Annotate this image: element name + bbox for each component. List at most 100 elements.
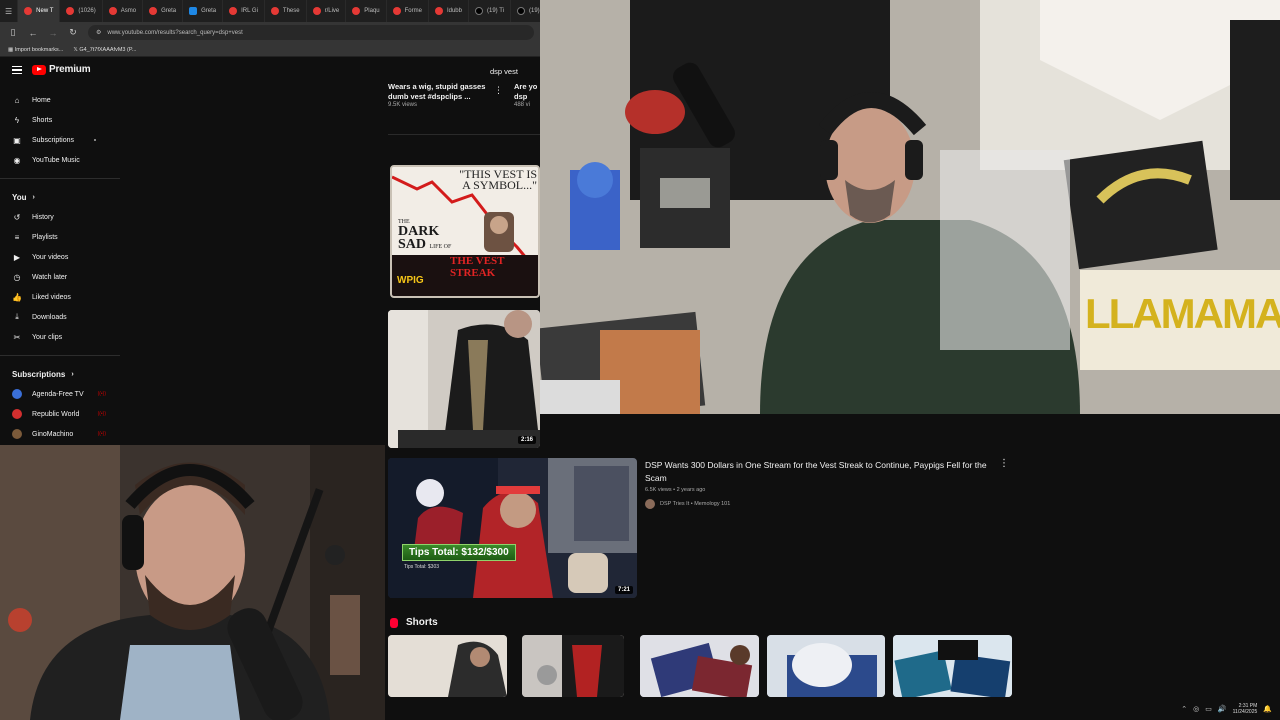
short-thumbnail[interactable] — [893, 635, 1012, 697]
tab-label: (1026) — [78, 8, 96, 14]
sidebar-item-liked-videos[interactable]: 👍 Liked videos — [0, 287, 120, 307]
tab-menu-icon[interactable]: ☰ — [0, 0, 19, 22]
bookmark-item[interactable]: 𝕏 G4_7t7fXAAAfvM3 (P... — [73, 47, 136, 53]
result-title-line2: dumb vest #dspclips ... — [388, 92, 471, 101]
result-top-left[interactable]: Wears a wig, stupid gasses dumb vest #ds… — [388, 82, 498, 108]
browser-tab[interactable]: r/Live — [307, 0, 347, 22]
video-info[interactable]: DSP Wants 300 Dollars in One Stream for … — [645, 459, 990, 509]
tab-label: IRL Gi — [241, 8, 258, 14]
live-icon: ((•)) — [97, 391, 106, 397]
browser-tab[interactable]: (19) Ti — [469, 0, 511, 22]
subscription-item[interactable]: Republic World ((•)) — [0, 404, 120, 424]
chevron-up-icon[interactable]: ⌃ — [1181, 705, 1187, 713]
avatar — [12, 409, 22, 419]
browser-tab[interactable]: These — [265, 0, 307, 22]
address-bar-row: ▯ ← → ↻ ⚙ www.youtube.com/results?search… — [0, 22, 540, 43]
browser-tab[interactable]: Greta — [143, 0, 184, 22]
sidebar-item-your-clips[interactable]: ✂ Your clips — [0, 327, 120, 347]
tab-favicon-icon — [312, 7, 321, 15]
subscription-item[interactable]: GinoMachino ((•)) — [0, 424, 120, 444]
browser-tab[interactable]: New T — [18, 0, 61, 22]
volume-icon[interactable]: 🔊 — [1218, 705, 1227, 713]
sidebar-item-watch-later[interactable]: ◷ Watch later — [0, 267, 120, 287]
video-thumbnail[interactable]: 2:16 — [388, 310, 540, 448]
tab-label: (19) d — [529, 8, 540, 14]
sidebar-toggle-icon[interactable]: ▯ — [8, 27, 18, 38]
sidebar-item-label: Your clips — [32, 333, 63, 341]
sidebar-item-label: History — [32, 213, 54, 221]
browser-tab[interactable]: Idubb — [429, 0, 469, 22]
browser-tab[interactable]: Asmo — [103, 0, 144, 22]
bookmark-import[interactable]: ▦ Import bookmarks... — [8, 47, 63, 53]
sidebar-item-shorts[interactable]: ϟ Shorts — [0, 110, 120, 130]
subscription-item[interactable]: Agenda-Free TV ((•)) — [0, 384, 120, 404]
subscription-label: GinoMachino — [32, 430, 74, 438]
display-icon[interactable]: ▭ — [1205, 705, 1212, 713]
subscriptions-icon: ▣ — [13, 135, 21, 145]
browser-tab[interactable]: (19) d — [511, 0, 540, 22]
url-field[interactable]: ⚙ www.youtube.com/results?search_query=d… — [88, 25, 534, 40]
subscription-label: Agenda-Free TV — [32, 390, 84, 398]
youtube-play-icon — [32, 64, 46, 75]
browser-tab[interactable]: Plaqu — [346, 0, 387, 22]
tab-favicon-icon — [434, 7, 443, 15]
result-top-right[interactable]: Are yo dsp 488 vi — [514, 82, 540, 108]
youtube-logo[interactable]: Premium — [32, 64, 91, 75]
video-thumbnail[interactable]: Tips Total: $132/$300 Tips Total: $303 7… — [388, 458, 637, 598]
browser-tab[interactable]: IRL Gi — [223, 0, 265, 22]
you-heading[interactable]: You › — [0, 187, 120, 207]
tab-label: Greta — [161, 8, 177, 14]
thumbnail-art — [388, 458, 637, 598]
avatar[interactable] — [645, 499, 655, 509]
tab-label: (19) Ti — [486, 8, 504, 14]
sidebar-item-downloads[interactable]: ⤓ Downloads — [0, 307, 120, 327]
back-icon[interactable]: ← — [28, 28, 38, 38]
video-duration: 7:21 — [614, 586, 633, 594]
notification-icon[interactable]: 🔔 — [1263, 705, 1272, 713]
tab-label: Greta — [201, 8, 217, 14]
thumb-subtitle: THE VEST STREAK — [450, 255, 505, 279]
sidebar-item-history[interactable]: ↺ History — [0, 207, 120, 227]
search-query-text[interactable]: dsp vest — [490, 67, 518, 76]
thumb-title: THE DARK SAD LIFE OF — [398, 219, 452, 252]
tab-label: Plaqu — [364, 8, 380, 14]
tray-app-icon[interactable]: ◎ — [1193, 705, 1199, 713]
sidebar-item-label: Downloads — [32, 313, 67, 321]
browser-tab[interactable]: (1026) — [60, 0, 103, 22]
yt-sidebar: ⌂ Home ϟ Shorts ▣ Subscriptions ◉ YouTube Music… — [0, 90, 120, 444]
video-title[interactable]: DSP Wants 300 Dollars in One Stream for … — [645, 459, 990, 485]
result-views: 488 vi — [514, 102, 531, 108]
sidebar-item-home[interactable]: ⌂ Home — [0, 90, 120, 110]
browser-tab[interactable]: Forme — [387, 0, 429, 22]
tab-favicon-icon — [270, 7, 279, 15]
sidebar-item-label: Watch later — [32, 273, 68, 281]
sidebar-item-your-videos[interactable]: ▶ Your videos — [0, 247, 120, 267]
subscription-label: Republic World — [32, 410, 80, 418]
video-thumbnail[interactable]: "THIS VEST IS A SYMBOL..." THE DARK SAD L… — [390, 165, 540, 298]
short-thumbnail[interactable] — [640, 635, 759, 697]
more-options-icon[interactable]: ⋮ — [494, 85, 503, 96]
subscriptions-heading[interactable]: Subscriptions › — [0, 364, 120, 384]
live-icon: ((•)) — [97, 411, 106, 417]
sidebar-item-playlists[interactable]: ≡ Playlists — [0, 227, 120, 247]
result-title-line2: dsp — [514, 92, 528, 101]
tab-favicon-icon — [517, 7, 525, 15]
tab-favicon-icon — [66, 7, 75, 15]
channel-row[interactable]: DSP Tries It • Memology 101 — [645, 499, 990, 509]
sidebar-item-youtube-music[interactable]: ◉ YouTube Music — [0, 150, 120, 170]
short-thumbnail[interactable] — [522, 635, 624, 697]
tab-label: Idubb — [446, 8, 462, 14]
short-thumbnail[interactable] — [388, 635, 507, 697]
browser-tab[interactable]: Greta — [183, 0, 224, 22]
thumb-quote: "THIS VEST IS A SYMBOL..." — [459, 167, 537, 192]
guide-menu-icon[interactable] — [12, 65, 22, 74]
watch-later-icon: ◷ — [13, 272, 21, 282]
forward-icon[interactable]: → — [48, 28, 58, 38]
more-options-icon[interactable]: ⋮ — [999, 458, 1009, 469]
sidebar-item-subscriptions[interactable]: ▣ Subscriptions — [0, 130, 120, 150]
clock[interactable]: 2:31 PM 11/24/2025 — [1233, 703, 1258, 715]
site-info-icon[interactable]: ⚙ — [96, 29, 101, 36]
short-thumbnail[interactable] — [767, 635, 885, 697]
system-tray: ⌃ ◎ ▭ 🔊 2:31 PM 11/24/2025 🔔 — [1160, 698, 1280, 720]
reload-icon[interactable]: ↻ — [68, 27, 78, 38]
